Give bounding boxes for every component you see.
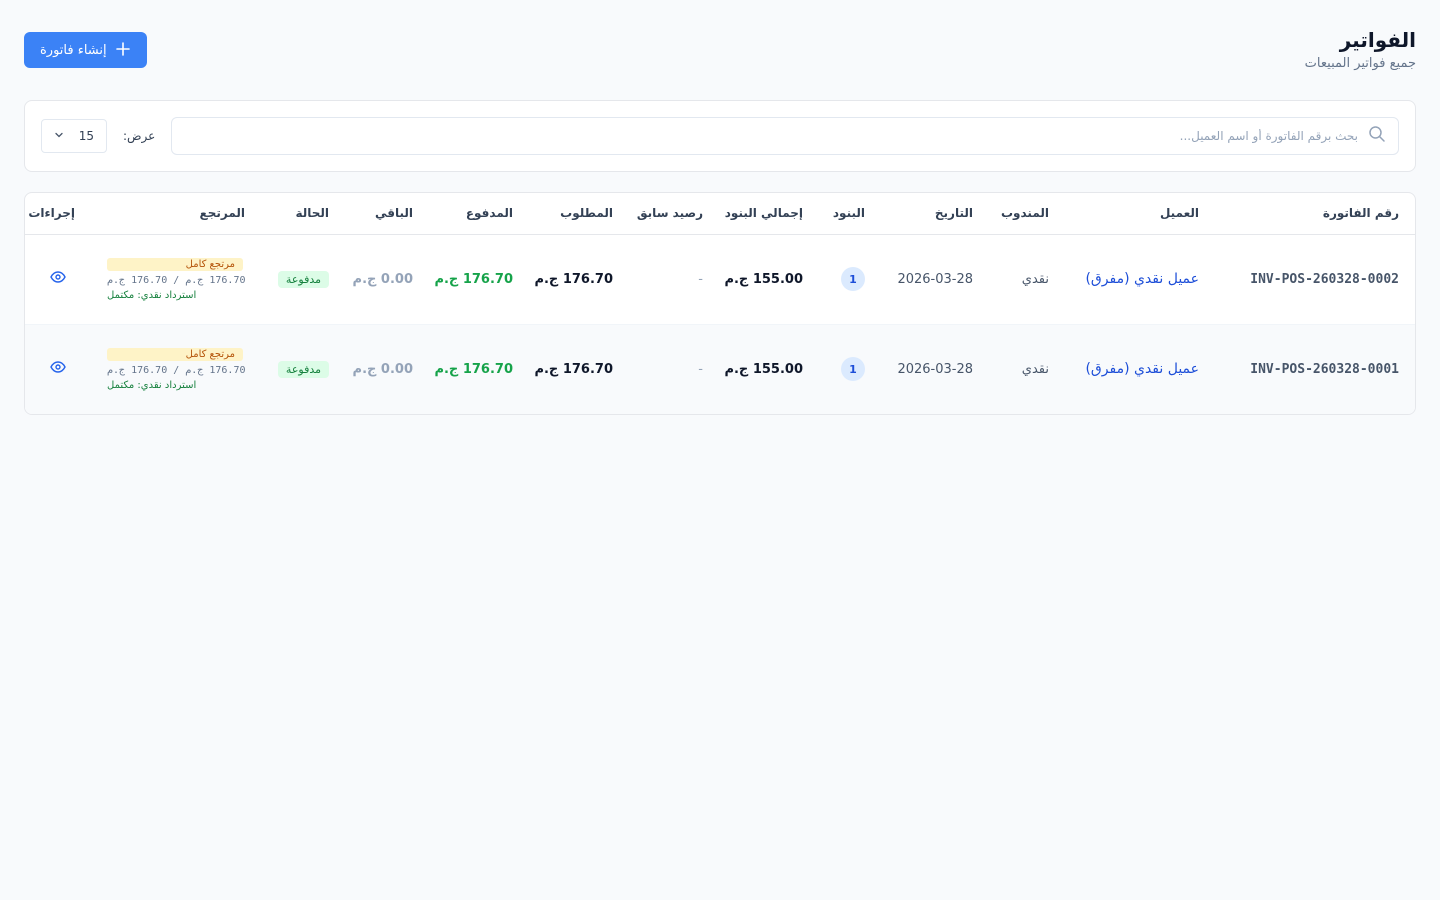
col-returned[interactable]: المرتجع <box>91 193 261 235</box>
required-cell: 176.70 ج.م <box>529 234 629 325</box>
col-customer[interactable]: العميل <box>1065 193 1215 235</box>
customer-cell: عميل نقدي (مفرق) <box>1065 324 1215 414</box>
invoices-page: الفواتير جميع فواتير المبيعات إنشاء فاتو… <box>0 0 1440 900</box>
col-invoice-no[interactable]: رقم الفاتورة <box>1215 193 1415 235</box>
returned-cell: مرتجع كامل 176.70 ج.م / 176.70 ج.م استرد… <box>91 324 261 414</box>
remaining-cell: 0.00 ج.م <box>345 324 429 414</box>
col-items-total[interactable]: إجمالي البنود <box>719 193 819 235</box>
search-box[interactable] <box>171 117 1399 155</box>
rep-cell: نقدي <box>989 324 1065 414</box>
items-count-badge: 1 <box>841 357 865 382</box>
plus-icon <box>115 40 131 60</box>
table-row[interactable]: INV-POS-260328-0002 عميل نقدي (مفرق) نقد… <box>25 234 1415 325</box>
items-count-badge: 1 <box>841 267 865 291</box>
items-total-cell: 155.00 ج.م <box>719 234 819 325</box>
items-total-cell: 155.00 ج.م <box>719 324 819 414</box>
customer-link[interactable]: عميل نقدي (مفرق) <box>1085 361 1199 377</box>
status-badge: مدفوعة <box>277 360 329 378</box>
title-block: الفواتير جميع فواتير المبيعات <box>1305 24 1416 71</box>
return-badge: مرتجع كامل <box>107 257 243 271</box>
page-header: الفواتير جميع فواتير المبيعات إنشاء فاتو… <box>24 24 1416 100</box>
eye-icon[interactable] <box>50 361 66 373</box>
page-size-label: عرض: <box>123 129 156 143</box>
return-badge: مرتجع كامل <box>107 347 243 361</box>
page-size-value: 15 <box>78 129 94 143</box>
col-items[interactable]: البنود <box>819 193 881 235</box>
col-date[interactable]: التاريخ <box>881 193 989 235</box>
invoice-number[interactable]: INV-POS-260328-0001 <box>1215 324 1415 414</box>
filter-card: عرض: 15 <box>24 100 1416 172</box>
chevron-down-icon <box>54 129 64 143</box>
returned-cell: مرتجع كامل 176.70 ج.م / 176.70 ج.م استرد… <box>91 234 261 325</box>
remaining-cell: 0.00 ج.م <box>345 234 429 325</box>
col-status[interactable]: الحالة <box>261 193 345 235</box>
return-amount: 176.70 ج.م / 176.70 ج.م <box>107 364 246 376</box>
date-cell: 2026-03-28 <box>881 234 989 325</box>
col-remaining[interactable]: الباقي <box>345 193 429 235</box>
page-size-select[interactable]: 15 <box>41 119 107 153</box>
refund-note: استرداد نقدي: مكتمل <box>107 289 197 301</box>
invoices-table: رقم الفاتورة العميل المندوب التاريخ البن… <box>25 193 1415 414</box>
return-amount: 176.70 ج.م / 176.70 ج.م <box>107 274 246 286</box>
table-row[interactable]: INV-POS-260328-0001 عميل نقدي (مفرق) نقد… <box>25 324 1415 414</box>
required-cell: 176.70 ج.م <box>529 324 629 414</box>
actions-cell <box>25 324 91 414</box>
col-prev-balance[interactable]: رصيد سابق <box>629 193 719 235</box>
page-title: الفواتير <box>1339 28 1416 52</box>
invoice-number[interactable]: INV-POS-260328-0002 <box>1215 234 1415 325</box>
col-rep[interactable]: المندوب <box>989 193 1065 235</box>
search-icon <box>1368 125 1386 147</box>
prev-balance-cell: - <box>629 324 719 414</box>
create-invoice-button[interactable]: إنشاء فاتورة <box>24 32 147 68</box>
status-cell: مدفوعة <box>261 234 345 325</box>
prev-balance-cell: - <box>629 234 719 325</box>
paid-cell: 176.70 ج.م <box>429 234 529 325</box>
actions-cell <box>25 234 91 325</box>
customer-link[interactable]: عميل نقدي (مفرق) <box>1085 271 1199 287</box>
status-badge: مدفوعة <box>277 270 329 288</box>
search-input[interactable] <box>184 129 1358 143</box>
table-header-row: رقم الفاتورة العميل المندوب التاريخ البن… <box>25 193 1415 235</box>
eye-icon[interactable] <box>50 271 66 283</box>
paid-cell: 176.70 ج.م <box>429 324 529 414</box>
invoices-table-card: رقم الفاتورة العميل المندوب التاريخ البن… <box>24 192 1416 415</box>
refund-note: استرداد نقدي: مكتمل <box>107 379 197 391</box>
col-required[interactable]: المطلوب <box>529 193 629 235</box>
items-cell: 1 <box>819 324 881 414</box>
status-cell: مدفوعة <box>261 324 345 414</box>
items-cell: 1 <box>819 234 881 325</box>
col-actions: إجراءات <box>25 193 91 235</box>
col-paid[interactable]: المدفوع <box>429 193 529 235</box>
page-subtitle: جميع فواتير المبيعات <box>1304 56 1416 71</box>
create-invoice-label: إنشاء فاتورة <box>40 42 107 58</box>
date-cell: 2026-03-28 <box>881 324 989 414</box>
customer-cell: عميل نقدي (مفرق) <box>1065 234 1215 325</box>
rep-cell: نقدي <box>989 234 1065 325</box>
